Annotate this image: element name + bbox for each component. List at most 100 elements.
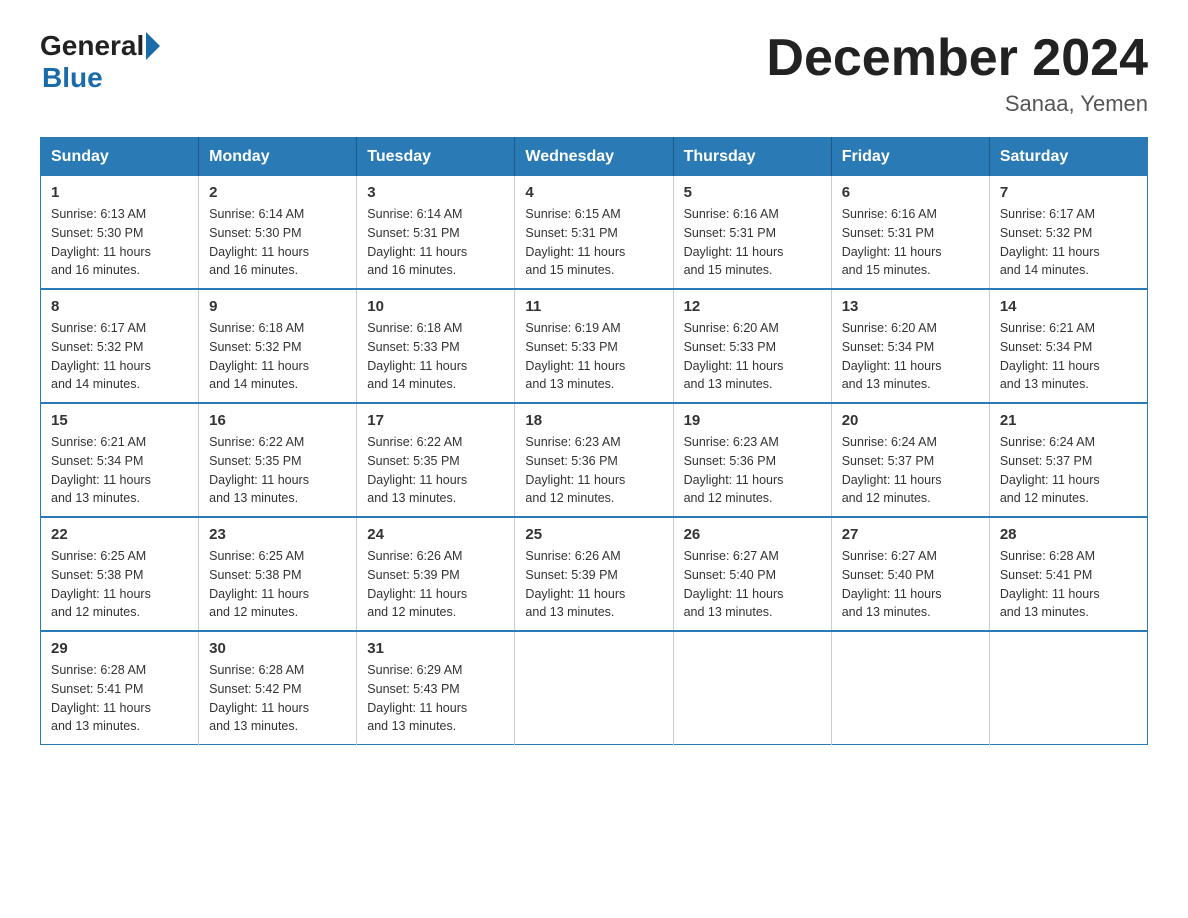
day-info: Sunrise: 6:19 AM Sunset: 5:33 PM Dayligh… [525, 319, 662, 394]
day-cell: 2 Sunrise: 6:14 AM Sunset: 5:30 PM Daylig… [199, 176, 357, 289]
week-row-1: 1Sunrise: 6:13 AM Sunset: 5:30 PM Daylig… [41, 176, 1148, 289]
day-number: 20 [842, 412, 979, 429]
day-number: 5 [684, 184, 821, 201]
day-cell: 31 Sunrise: 6:29 AM Sunset: 5:43 PM Dayli… [357, 631, 515, 745]
day-cell: 9Sunrise: 6:18 AM Sunset: 5:32 PM Daylig… [199, 289, 357, 403]
day-number: 19 [684, 412, 821, 429]
day-info: Sunrise: 6:24 AM Sunset: 5:37 PM Dayligh… [842, 433, 979, 508]
day-number: 15 [51, 412, 188, 429]
day-info: Sunrise: 6:22 AM Sunset: 5:35 PM Dayligh… [367, 433, 504, 508]
day-info: Sunrise: 6:25 AM Sunset: 5:38 PM Dayligh… [51, 547, 188, 622]
day-number: 26 [684, 526, 821, 543]
day-number: 9 [209, 298, 346, 315]
calendar-subtitle: Sanaa, Yemen [766, 91, 1148, 117]
day-number: 8 [51, 298, 188, 315]
header-monday: Monday [199, 138, 357, 177]
day-info: Sunrise: 6:13 AM Sunset: 5:30 PM Dayligh… [51, 205, 188, 280]
week-row-5: 29Sunrise: 6:28 AM Sunset: 5:41 PM Dayli… [41, 631, 1148, 745]
day-cell: 27 Sunrise: 6:27 AM Sunset: 5:40 PM Dayli… [831, 517, 989, 631]
day-cell: 7 Sunrise: 6:17 AM Sunset: 5:32 PM Daylig… [989, 176, 1147, 289]
day-number: 2 [209, 184, 346, 201]
day-number: 28 [1000, 526, 1137, 543]
day-cell [515, 631, 673, 745]
day-cell: 29Sunrise: 6:28 AM Sunset: 5:41 PM Dayli… [41, 631, 199, 745]
day-number: 23 [209, 526, 346, 543]
day-cell: 22 Sunrise: 6:25 AM Sunset: 5:38 PM Dayli… [41, 517, 199, 631]
day-info: Sunrise: 6:20 AM Sunset: 5:34 PM Dayligh… [842, 319, 979, 394]
day-info: Sunrise: 6:21 AM Sunset: 5:34 PM Dayligh… [51, 433, 188, 508]
day-number: 16 [209, 412, 346, 429]
day-cell: 26 Sunrise: 6:27 AM Sunset: 5:40 PM Dayli… [673, 517, 831, 631]
calendar-table: SundayMondayTuesdayWednesdayThursdayFrid… [40, 137, 1148, 745]
day-info: Sunrise: 6:24 AM Sunset: 5:37 PM Dayligh… [1000, 433, 1137, 508]
day-info: Sunrise: 6:26 AM Sunset: 5:39 PM Dayligh… [525, 547, 662, 622]
day-cell: 4Sunrise: 6:15 AM Sunset: 5:31 PM Daylig… [515, 176, 673, 289]
day-cell: 23Sunrise: 6:25 AM Sunset: 5:38 PM Dayli… [199, 517, 357, 631]
day-cell [673, 631, 831, 745]
day-cell [831, 631, 989, 745]
day-cell: 3Sunrise: 6:14 AM Sunset: 5:31 PM Daylig… [357, 176, 515, 289]
day-number: 13 [842, 298, 979, 315]
day-cell: 13 Sunrise: 6:20 AM Sunset: 5:34 PM Dayli… [831, 289, 989, 403]
day-number: 24 [367, 526, 504, 543]
calendar-title: December 2024 [766, 30, 1148, 87]
day-cell: 21 Sunrise: 6:24 AM Sunset: 5:37 PM Dayli… [989, 403, 1147, 517]
day-cell: 14Sunrise: 6:21 AM Sunset: 5:34 PM Dayli… [989, 289, 1147, 403]
day-info: Sunrise: 6:20 AM Sunset: 5:33 PM Dayligh… [684, 319, 821, 394]
day-info: Sunrise: 6:18 AM Sunset: 5:33 PM Dayligh… [367, 319, 504, 394]
day-number: 30 [209, 640, 346, 657]
day-number: 22 [51, 526, 188, 543]
logo-general-text: General [40, 30, 144, 62]
day-info: Sunrise: 6:16 AM Sunset: 5:31 PM Dayligh… [684, 205, 821, 280]
day-cell: 11 Sunrise: 6:19 AM Sunset: 5:33 PM Dayli… [515, 289, 673, 403]
header-thursday: Thursday [673, 138, 831, 177]
day-cell: 10Sunrise: 6:18 AM Sunset: 5:33 PM Dayli… [357, 289, 515, 403]
day-info: Sunrise: 6:28 AM Sunset: 5:42 PM Dayligh… [209, 661, 346, 736]
day-number: 11 [525, 298, 662, 315]
day-cell: 1Sunrise: 6:13 AM Sunset: 5:30 PM Daylig… [41, 176, 199, 289]
header-friday: Friday [831, 138, 989, 177]
day-number: 31 [367, 640, 504, 657]
day-cell: 8 Sunrise: 6:17 AM Sunset: 5:32 PM Daylig… [41, 289, 199, 403]
week-row-2: 8 Sunrise: 6:17 AM Sunset: 5:32 PM Daylig… [41, 289, 1148, 403]
logo-arrow-icon [146, 32, 160, 60]
day-number: 6 [842, 184, 979, 201]
day-number: 21 [1000, 412, 1137, 429]
day-number: 27 [842, 526, 979, 543]
day-info: Sunrise: 6:17 AM Sunset: 5:32 PM Dayligh… [51, 319, 188, 394]
day-number: 7 [1000, 184, 1137, 201]
day-info: Sunrise: 6:23 AM Sunset: 5:36 PM Dayligh… [525, 433, 662, 508]
day-cell: 17 Sunrise: 6:22 AM Sunset: 5:35 PM Dayli… [357, 403, 515, 517]
day-info: Sunrise: 6:16 AM Sunset: 5:31 PM Dayligh… [842, 205, 979, 280]
day-info: Sunrise: 6:14 AM Sunset: 5:31 PM Dayligh… [367, 205, 504, 280]
day-info: Sunrise: 6:21 AM Sunset: 5:34 PM Dayligh… [1000, 319, 1137, 394]
day-info: Sunrise: 6:14 AM Sunset: 5:30 PM Dayligh… [209, 205, 346, 280]
day-info: Sunrise: 6:15 AM Sunset: 5:31 PM Dayligh… [525, 205, 662, 280]
day-info: Sunrise: 6:23 AM Sunset: 5:36 PM Dayligh… [684, 433, 821, 508]
day-cell: 19 Sunrise: 6:23 AM Sunset: 5:36 PM Dayli… [673, 403, 831, 517]
calendar-header: SundayMondayTuesdayWednesdayThursdayFrid… [41, 138, 1148, 177]
day-info: Sunrise: 6:27 AM Sunset: 5:40 PM Dayligh… [684, 547, 821, 622]
day-info: Sunrise: 6:28 AM Sunset: 5:41 PM Dayligh… [1000, 547, 1137, 622]
day-info: Sunrise: 6:17 AM Sunset: 5:32 PM Dayligh… [1000, 205, 1137, 280]
day-info: Sunrise: 6:29 AM Sunset: 5:43 PM Dayligh… [367, 661, 504, 736]
header-saturday: Saturday [989, 138, 1147, 177]
day-cell: 18Sunrise: 6:23 AM Sunset: 5:36 PM Dayli… [515, 403, 673, 517]
logo-blue-text: Blue [42, 62, 160, 94]
header-row: SundayMondayTuesdayWednesdayThursdayFrid… [41, 138, 1148, 177]
header-sunday: Sunday [41, 138, 199, 177]
day-number: 17 [367, 412, 504, 429]
day-info: Sunrise: 6:27 AM Sunset: 5:40 PM Dayligh… [842, 547, 979, 622]
day-info: Sunrise: 6:28 AM Sunset: 5:41 PM Dayligh… [51, 661, 188, 736]
logo: General Blue [40, 30, 160, 94]
day-cell: 16Sunrise: 6:22 AM Sunset: 5:35 PM Dayli… [199, 403, 357, 517]
day-cell [989, 631, 1147, 745]
page-header: General Blue December 2024 Sanaa, Yemen [40, 30, 1148, 117]
day-info: Sunrise: 6:26 AM Sunset: 5:39 PM Dayligh… [367, 547, 504, 622]
week-row-3: 15 Sunrise: 6:21 AM Sunset: 5:34 PM Dayli… [41, 403, 1148, 517]
header-tuesday: Tuesday [357, 138, 515, 177]
title-area: December 2024 Sanaa, Yemen [766, 30, 1148, 117]
day-number: 25 [525, 526, 662, 543]
day-cell: 12Sunrise: 6:20 AM Sunset: 5:33 PM Dayli… [673, 289, 831, 403]
day-cell: 30 Sunrise: 6:28 AM Sunset: 5:42 PM Dayli… [199, 631, 357, 745]
